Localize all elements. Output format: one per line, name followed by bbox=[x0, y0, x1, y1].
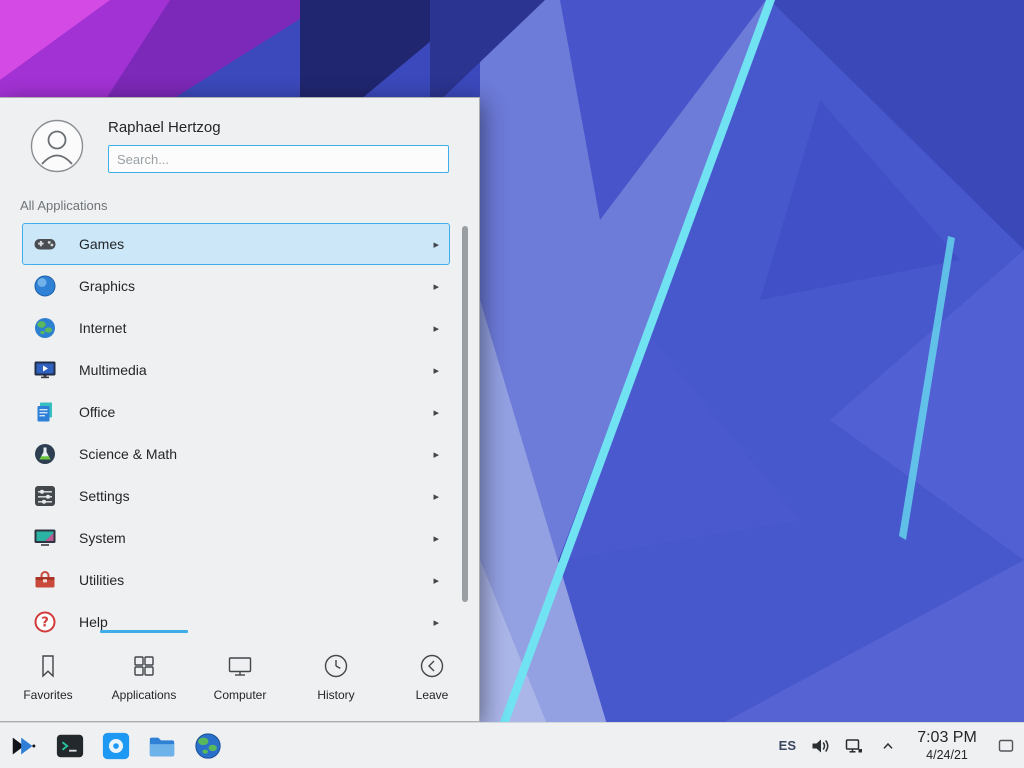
tab-label: Computer bbox=[214, 688, 267, 702]
launcher-header: Raphael Hertzog bbox=[0, 98, 479, 186]
graphics-category-icon bbox=[33, 274, 57, 298]
submenu-arrow-icon: ▸ bbox=[433, 616, 439, 629]
clock-widget[interactable]: 7:03 PM 4/24/21 bbox=[914, 729, 980, 763]
category-label: Science & Math bbox=[79, 446, 177, 462]
category-label: Settings bbox=[79, 488, 130, 504]
taskbar-panel: ES bbox=[0, 722, 1024, 768]
file-manager-icon bbox=[147, 731, 177, 761]
category-label: Utilities bbox=[79, 572, 124, 588]
tab-history[interactable]: History bbox=[288, 631, 384, 721]
category-label: Games bbox=[79, 236, 124, 252]
computer-icon bbox=[226, 652, 254, 680]
multimedia-category-icon bbox=[33, 358, 57, 382]
category-item-office[interactable]: Office ▸ bbox=[22, 391, 450, 433]
keyboard-layout-indicator[interactable]: ES bbox=[777, 738, 798, 753]
software-app-button[interactable] bbox=[100, 730, 132, 762]
submenu-arrow-icon: ▸ bbox=[433, 280, 439, 293]
games-category-icon bbox=[33, 232, 57, 256]
category-label: Graphics bbox=[79, 278, 135, 294]
category-item-internet[interactable]: Internet ▸ bbox=[22, 307, 450, 349]
tab-applications[interactable]: Applications bbox=[96, 631, 192, 721]
volume-button[interactable] bbox=[808, 730, 832, 762]
speaker-icon bbox=[810, 736, 830, 756]
wired-network-icon bbox=[844, 736, 864, 756]
tray-expander-button[interactable] bbox=[876, 730, 900, 762]
user-name: Raphael Hertzog bbox=[108, 119, 221, 136]
web-browser-button[interactable] bbox=[192, 730, 224, 762]
svg-text:?: ? bbox=[41, 616, 49, 631]
application-launcher-menu: Raphael Hertzog All Applications Games ▸ bbox=[0, 97, 480, 722]
show-desktop-button[interactable] bbox=[994, 727, 1018, 765]
submenu-arrow-icon: ▸ bbox=[433, 448, 439, 461]
science-category-icon bbox=[33, 442, 57, 466]
software-app-icon bbox=[101, 731, 131, 761]
help-category-icon: ? bbox=[33, 610, 57, 633]
category-label: System bbox=[79, 530, 126, 546]
clock-time: 7:03 PM bbox=[914, 729, 980, 748]
category-label: Internet bbox=[79, 320, 126, 336]
category-item-multimedia[interactable]: Multimedia ▸ bbox=[22, 349, 450, 391]
category-item-help[interactable]: ? Help ▸ bbox=[22, 601, 450, 633]
tab-computer[interactable]: Computer bbox=[192, 631, 288, 721]
category-list: Games ▸ Graphics ▸ bbox=[0, 223, 480, 633]
category-item-utilities[interactable]: Utilities ▸ bbox=[22, 559, 450, 601]
show-desktop-icon bbox=[996, 736, 1016, 756]
category-list-scrollbar[interactable] bbox=[462, 226, 468, 602]
tab-label: Applications bbox=[112, 688, 177, 702]
submenu-arrow-icon: ▸ bbox=[433, 532, 439, 545]
category-label: Multimedia bbox=[79, 362, 147, 378]
submenu-arrow-icon: ▸ bbox=[433, 574, 439, 587]
history-clock-icon bbox=[322, 652, 350, 680]
bookmark-icon bbox=[34, 652, 62, 680]
app-launcher-button[interactable] bbox=[8, 730, 40, 762]
search-input[interactable] bbox=[108, 145, 449, 173]
category-item-games[interactable]: Games ▸ bbox=[22, 223, 450, 265]
submenu-arrow-icon: ▸ bbox=[433, 364, 439, 377]
clock-date: 4/24/21 bbox=[914, 748, 980, 763]
category-item-system[interactable]: System ▸ bbox=[22, 517, 450, 559]
system-tray: ES bbox=[777, 727, 1024, 765]
network-button[interactable] bbox=[842, 730, 866, 762]
user-avatar bbox=[30, 119, 84, 173]
file-manager-button[interactable] bbox=[146, 730, 178, 762]
office-category-icon bbox=[33, 400, 57, 424]
applications-grid-icon bbox=[130, 652, 158, 680]
section-label-all-applications: All Applications bbox=[20, 198, 107, 213]
utilities-category-icon bbox=[33, 568, 57, 592]
category-label: Office bbox=[79, 404, 115, 420]
taskbar-launcher-area bbox=[0, 730, 224, 762]
terminal-icon bbox=[55, 731, 85, 761]
category-item-science-math[interactable]: Science & Math ▸ bbox=[22, 433, 450, 475]
tab-label: Favorites bbox=[23, 688, 72, 702]
system-category-icon bbox=[33, 526, 57, 550]
category-item-graphics[interactable]: Graphics ▸ bbox=[22, 265, 450, 307]
chevron-up-icon bbox=[880, 738, 896, 754]
tab-leave[interactable]: Leave bbox=[384, 631, 480, 721]
tab-label: Leave bbox=[416, 688, 449, 702]
terminal-app-button[interactable] bbox=[54, 730, 86, 762]
submenu-arrow-icon: ▸ bbox=[433, 322, 439, 335]
submenu-arrow-icon: ▸ bbox=[433, 238, 439, 251]
submenu-arrow-icon: ▸ bbox=[433, 406, 439, 419]
app-launcher-icon bbox=[9, 731, 39, 761]
leave-icon bbox=[418, 652, 446, 680]
internet-category-icon bbox=[33, 316, 57, 340]
tab-favorites[interactable]: Favorites bbox=[0, 631, 96, 721]
category-item-settings[interactable]: Settings ▸ bbox=[22, 475, 450, 517]
submenu-arrow-icon: ▸ bbox=[433, 490, 439, 503]
category-label: Help bbox=[79, 614, 108, 630]
tab-label: History bbox=[317, 688, 354, 702]
launcher-tabbar: Favorites Applications Computer bbox=[0, 631, 480, 721]
web-browser-icon bbox=[193, 731, 223, 761]
settings-category-icon bbox=[33, 484, 57, 508]
desktop: Raphael Hertzog All Applications Games ▸ bbox=[0, 0, 1024, 768]
